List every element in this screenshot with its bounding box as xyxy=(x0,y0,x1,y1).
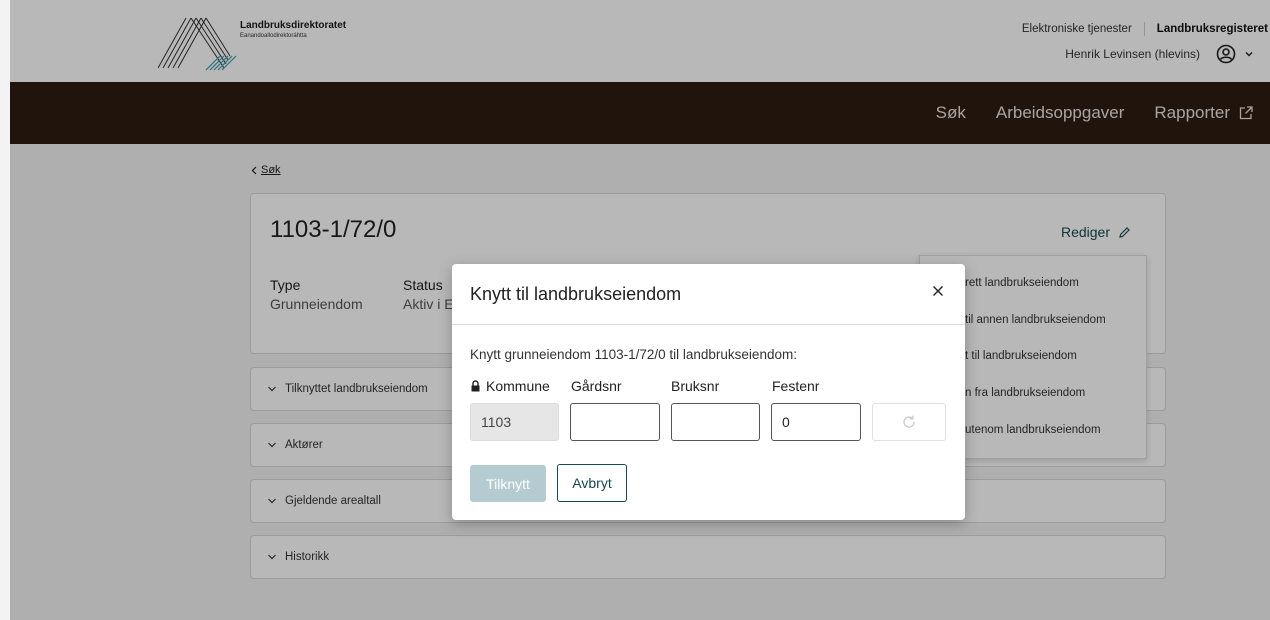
gardsnr-label: Gårdsnr xyxy=(571,378,622,394)
kommune-label: Kommune xyxy=(486,378,550,394)
confirm-link-button[interactable]: Tilknytt xyxy=(470,465,546,502)
gardsnr-field[interactable] xyxy=(570,403,660,441)
kommune-field xyxy=(470,403,559,441)
festenr-label: Festenr xyxy=(772,378,820,394)
modal-backdrop-top xyxy=(10,0,1270,82)
left-edge-strip xyxy=(0,0,10,620)
refresh-icon xyxy=(903,415,915,428)
refresh-button[interactable] xyxy=(872,403,946,441)
link-property-dialog: Knytt til landbrukseiendom Knytt grunnei… xyxy=(452,264,965,520)
festenr-field[interactable] xyxy=(771,403,861,441)
bruksnr-field[interactable] xyxy=(671,403,760,441)
bruksnr-label: Bruksnr xyxy=(671,378,720,394)
close-icon[interactable] xyxy=(931,284,945,298)
dialog-header: Knytt til landbrukseiendom xyxy=(452,264,965,325)
dialog-description: Knytt grunneiendom 1103-1/72/0 til landb… xyxy=(470,347,797,362)
cancel-button[interactable]: Avbryt xyxy=(557,464,627,502)
lock-icon xyxy=(471,380,480,392)
dialog-title: Knytt til landbrukseiendom xyxy=(470,284,682,304)
kommune-label-row: Kommune xyxy=(470,378,550,394)
